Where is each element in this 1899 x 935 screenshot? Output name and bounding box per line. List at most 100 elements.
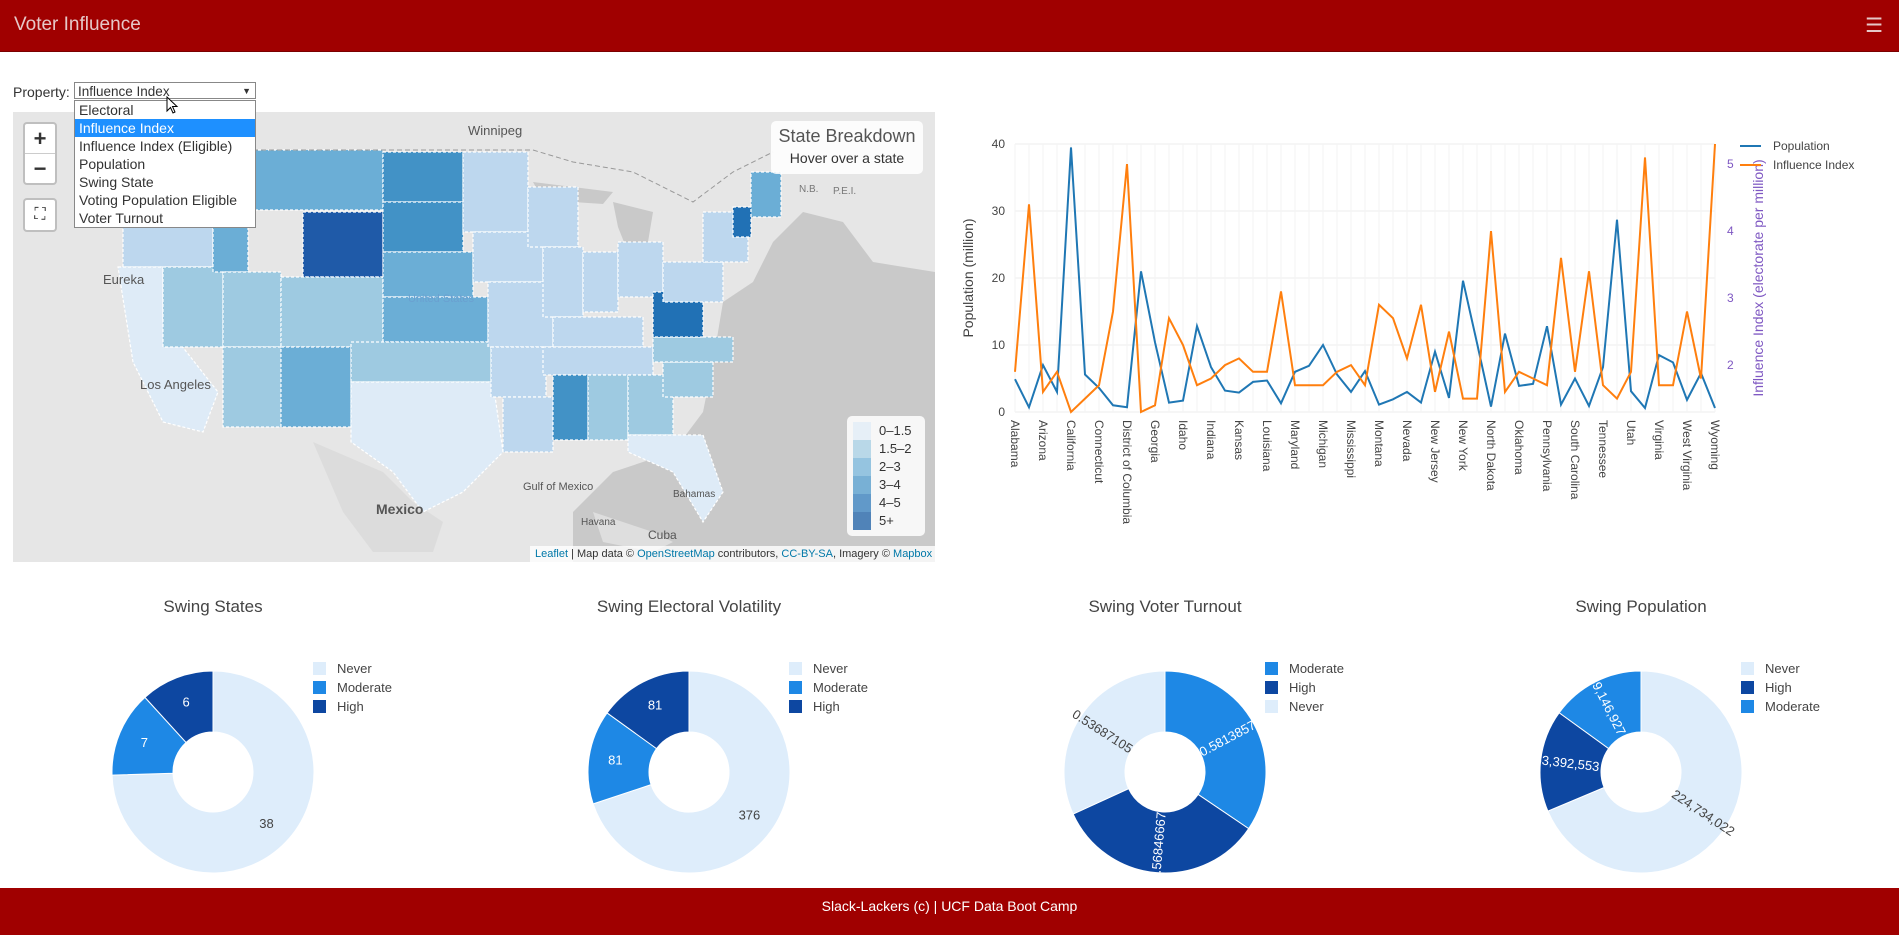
map-label-united-states: United States	[408, 293, 475, 305]
state-new-mexico[interactable]	[280, 346, 352, 428]
zoom-out-button[interactable]: −	[25, 154, 55, 183]
osm-link[interactable]: OpenStreetMap	[637, 548, 715, 560]
property-label: Property:	[13, 84, 70, 100]
legend-label: 2–3	[879, 459, 901, 474]
y2-tick-label: 3	[1727, 291, 1734, 305]
state-wisconsin[interactable]	[527, 186, 579, 248]
zoom-control: + −	[23, 122, 57, 185]
x-tick-label: Georgia	[1148, 420, 1162, 463]
zoom-in-button[interactable]: +	[25, 124, 55, 154]
y-tick-label: 0	[998, 405, 1005, 419]
state-alabama[interactable]	[587, 374, 629, 441]
state-arizona[interactable]	[222, 346, 282, 428]
legend-label: Never	[813, 661, 848, 676]
map-label-winnipeg: Winnipeg	[468, 123, 522, 138]
state-maine[interactable]	[750, 171, 782, 218]
option-population[interactable]: Population	[75, 155, 255, 173]
property-select[interactable]: Influence Index ▼	[74, 82, 256, 99]
legend-swatch	[853, 422, 871, 440]
state-tennessee[interactable]	[542, 346, 654, 376]
pie-value-label: 81	[608, 753, 622, 768]
x-tick-label: Utah	[1624, 420, 1638, 445]
state-oregon[interactable]	[122, 221, 214, 268]
state-illinois[interactable]	[542, 246, 584, 318]
x-tick-label: Alabama	[1008, 420, 1022, 468]
state-arkansas[interactable]	[490, 346, 547, 398]
state-pennsylvania[interactable]	[662, 261, 724, 303]
x-tick-label: Maryland	[1288, 420, 1302, 469]
legend-swatch	[313, 681, 326, 694]
legend-swatch	[1265, 681, 1278, 694]
x-tick-label: Arizona	[1036, 420, 1050, 461]
legend-swatch	[313, 662, 326, 675]
pie-title: Swing States	[163, 597, 262, 616]
leaflet-link[interactable]: Leaflet	[535, 548, 568, 560]
population-influence-line-chart[interactable]: 0 10 20 30 40 2 3 4 5 Population (million) Influen…	[955, 120, 1899, 560]
state-wyoming[interactable]	[302, 211, 384, 278]
legend-swatch	[1741, 681, 1754, 694]
state-oklahoma[interactable]	[350, 341, 492, 383]
license-link[interactable]: CC-BY-SA	[781, 548, 833, 560]
pie-title: Swing Electoral Volatility	[597, 597, 782, 616]
state-florida[interactable]	[627, 434, 724, 524]
option-swing-state[interactable]: Swing State	[75, 173, 255, 191]
hamburger-menu-icon[interactable]: ☰	[1865, 13, 1883, 38]
y-tick-label: 20	[992, 271, 1006, 285]
legend-label: 4–5	[879, 495, 901, 510]
option-influence-index-eligible[interactable]: Influence Index (Eligible)	[75, 137, 255, 155]
app-title[interactable]: Voter Influence	[14, 14, 141, 36]
x-tick-label: Louisiana	[1260, 420, 1274, 472]
x-tick-label: Indiana	[1204, 420, 1218, 460]
legend-label: Never	[1289, 699, 1324, 714]
y2-tick-label: 5	[1727, 157, 1734, 171]
map-label-gulf-of-mexico: Gulf of Mexico	[523, 481, 593, 493]
state-info-panel: State Breakdown Hover over a state	[771, 121, 923, 174]
property-select-value: Influence Index	[78, 84, 170, 99]
state-north-carolina[interactable]	[652, 336, 734, 363]
legend-swatch	[853, 458, 871, 476]
x-tick-label: District of Columbia	[1120, 420, 1134, 524]
state-south-carolina[interactable]	[662, 361, 714, 398]
fullscreen-icon[interactable]: ⛶	[23, 198, 57, 232]
legend-item: 1.5–2	[853, 440, 912, 458]
state-north-dakota[interactable]	[382, 151, 464, 203]
y2-axis-title: Influence Index (electorate per million)	[1750, 159, 1766, 396]
state-indiana[interactable]	[582, 251, 619, 313]
legend-label: Moderate	[813, 680, 868, 695]
map-label-cuba: Cuba	[648, 528, 677, 542]
x-tick-label: Montana	[1372, 420, 1386, 467]
legend-label: Never	[1765, 661, 1800, 676]
legend-label: Moderate	[1765, 699, 1820, 714]
footer-text: Slack-Lackers (c) | UCF Data Boot Camp	[821, 898, 1078, 914]
x-tick-label: California	[1064, 420, 1078, 471]
legend-swatch	[1741, 700, 1754, 713]
legend-swatch	[853, 440, 871, 458]
x-tick-label: New York	[1456, 420, 1470, 472]
x-tick-label: Oklahoma	[1512, 420, 1526, 475]
legend-label: 1.5–2	[879, 441, 912, 456]
state-nevada[interactable]	[162, 266, 224, 348]
swing-pie-charts[interactable]: Swing States 38 7 6 Never Moderate High Swing E…	[0, 585, 1899, 885]
state-mississippi[interactable]	[552, 374, 589, 441]
state-ohio[interactable]	[617, 241, 664, 298]
mapbox-link[interactable]: Mapbox	[893, 548, 932, 560]
state-nebraska[interactable]	[382, 251, 474, 298]
state-kentucky[interactable]	[552, 316, 644, 348]
state-louisiana[interactable]	[502, 396, 554, 453]
option-voting-population-eligible[interactable]: Voting Population Eligible	[75, 191, 255, 209]
option-voter-turnout[interactable]: Voter Turnout	[75, 209, 255, 227]
map-label-havana: Havana	[581, 517, 616, 528]
state-utah[interactable]	[222, 271, 282, 348]
legend-label: High	[813, 699, 840, 714]
x-tick-label: West Virginia	[1680, 420, 1694, 491]
option-influence-index[interactable]: Influence Index	[75, 119, 255, 137]
y2-tick-label: 4	[1727, 224, 1734, 238]
attribution-text: , Imagery ©	[832, 548, 894, 560]
state-south-dakota[interactable]	[382, 201, 464, 253]
legend-swatch	[789, 681, 802, 694]
state-colorado[interactable]	[280, 276, 384, 348]
state-minnesota[interactable]	[462, 151, 529, 233]
state-montana[interactable]	[247, 149, 384, 211]
state-vermont[interactable]	[732, 206, 752, 238]
option-electoral[interactable]: Electoral	[75, 101, 255, 119]
